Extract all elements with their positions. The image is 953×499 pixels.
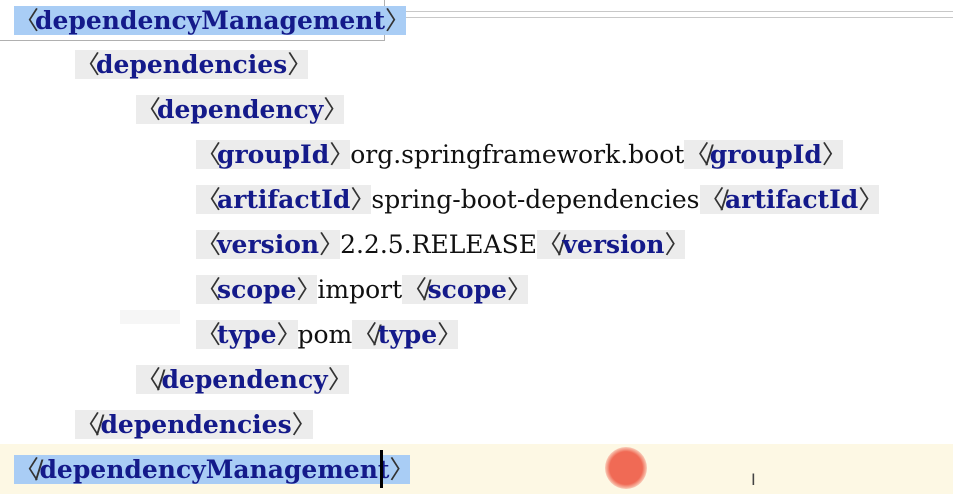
code-line[interactable]: 〈groupId〉org.springframework.boot〈/group… bbox=[196, 134, 847, 176]
tag-name: dependencies bbox=[96, 50, 288, 79]
angle-bracket: 〈/ bbox=[14, 455, 44, 484]
tag-name: scope bbox=[217, 275, 297, 304]
close-tag: 〈/artifactId〉 bbox=[699, 185, 883, 214]
code-line[interactable]: 〈/dependencyManagement〉 bbox=[14, 449, 414, 491]
angle-bracket: 〈/ bbox=[352, 320, 382, 349]
text-caret bbox=[380, 450, 383, 488]
top-divider-2 bbox=[385, 17, 953, 18]
angle-bracket: 〈/ bbox=[402, 275, 432, 304]
angle-bracket: 〈/ bbox=[699, 185, 730, 214]
element-value: org.springframework.boot bbox=[350, 140, 685, 169]
tag-name: dependency bbox=[157, 95, 324, 124]
angle-bracket: 〈 bbox=[14, 6, 39, 35]
tag-name: artifactId bbox=[724, 185, 859, 214]
angle-bracket: 〈 bbox=[196, 275, 221, 304]
close-tag: 〈/version〉 bbox=[536, 230, 689, 259]
close-tag: 〈/dependencyManagement〉 bbox=[14, 455, 414, 484]
code-line[interactable]: 〈dependencyManagement〉 bbox=[14, 0, 410, 42]
angle-bracket: 〈 bbox=[196, 185, 221, 214]
tag-name: version bbox=[217, 230, 320, 259]
open-tag: 〈dependencies〉 bbox=[75, 50, 312, 79]
close-tag: 〈/type〉 bbox=[352, 320, 462, 349]
element-value: 2.2.5.RELEASE bbox=[340, 230, 537, 259]
angle-bracket: 〉 bbox=[323, 95, 348, 124]
code-line[interactable]: 〈artifactId〉spring-boot-dependencies〈/ar… bbox=[196, 179, 883, 221]
angle-bracket: 〉 bbox=[287, 50, 312, 79]
close-tag: 〈/groupId〉 bbox=[684, 140, 847, 169]
angle-bracket: 〈/ bbox=[684, 140, 714, 169]
close-tag: 〈/scope〉 bbox=[402, 275, 532, 304]
angle-bracket: 〉 bbox=[506, 275, 532, 304]
tag-name: groupId bbox=[709, 140, 822, 169]
open-tag: 〈artifactId〉 bbox=[196, 185, 375, 214]
code-line[interactable]: 〈dependency〉 bbox=[136, 89, 348, 131]
record-indicator-icon bbox=[605, 447, 647, 489]
code-line[interactable]: 〈type〉pom〈/type〉 bbox=[196, 314, 462, 356]
open-tag: 〈scope〉 bbox=[196, 275, 321, 304]
angle-bracket: 〉 bbox=[437, 320, 462, 349]
angle-bracket: 〉 bbox=[276, 320, 301, 349]
tag-name: dependencies bbox=[100, 410, 292, 439]
angle-bracket: 〈 bbox=[196, 140, 221, 169]
angle-bracket: 〉 bbox=[327, 365, 353, 394]
code-line[interactable]: 〈version〉2.2.5.RELEASE〈/version〉 bbox=[196, 224, 689, 266]
text-cursor-icon: Ⅰ bbox=[751, 470, 756, 489]
angle-bracket: 〉 bbox=[664, 230, 689, 259]
tag-name: scope bbox=[427, 275, 507, 304]
code-line[interactable]: 〈/dependency〉 bbox=[136, 359, 353, 401]
angle-bracket: 〈 bbox=[196, 320, 221, 349]
element-value: spring-boot-dependencies bbox=[371, 185, 700, 214]
angle-bracket: 〈 bbox=[136, 95, 161, 124]
open-tag: 〈dependencyManagement〉 bbox=[14, 6, 410, 35]
angle-bracket: 〉 bbox=[329, 140, 354, 169]
faint-artifact bbox=[120, 310, 180, 324]
open-tag: 〈groupId〉 bbox=[196, 140, 354, 169]
angle-bracket: 〈 bbox=[196, 230, 221, 259]
angle-bracket: 〉 bbox=[296, 275, 321, 304]
code-line[interactable]: 〈dependencies〉 bbox=[75, 44, 312, 86]
tag-name: artifactId bbox=[217, 185, 351, 214]
open-tag: 〈dependency〉 bbox=[136, 95, 348, 124]
angle-bracket: 〈 bbox=[75, 50, 100, 79]
angle-bracket: 〉 bbox=[821, 140, 847, 169]
tag-name: type bbox=[217, 320, 277, 349]
tag-name: groupId bbox=[217, 140, 330, 169]
tag-name: dependencyManagement bbox=[39, 455, 390, 484]
close-tag: 〈/dependency〉 bbox=[136, 365, 353, 394]
angle-bracket: 〈/ bbox=[75, 410, 105, 439]
close-tag: 〈/dependencies〉 bbox=[75, 410, 317, 439]
tag-name: dependencyManagement bbox=[35, 6, 385, 35]
angle-bracket: 〉 bbox=[319, 230, 344, 259]
open-tag: 〈type〉 bbox=[196, 320, 302, 349]
top-divider bbox=[385, 11, 953, 12]
code-line[interactable]: 〈scope〉import〈/scope〉 bbox=[196, 269, 532, 311]
angle-bracket: 〉 bbox=[385, 6, 410, 35]
angle-bracket: 〉 bbox=[291, 410, 317, 439]
xml-code-editor[interactable]: 〈dependencyManagement〉 〈dependencies〉 〈dep… bbox=[0, 0, 953, 499]
element-value: pom bbox=[297, 320, 353, 349]
angle-bracket: 〈/ bbox=[136, 365, 166, 394]
tag-name: version bbox=[562, 230, 665, 259]
angle-bracket: 〉 bbox=[389, 455, 414, 484]
code-line[interactable]: 〈/dependencies〉 bbox=[75, 404, 317, 446]
angle-bracket: 〈/ bbox=[536, 230, 567, 259]
tag-name: dependency bbox=[161, 365, 328, 394]
angle-bracket: 〉 bbox=[858, 185, 883, 214]
angle-bracket: 〉 bbox=[350, 185, 375, 214]
open-tag: 〈version〉 bbox=[196, 230, 344, 259]
tag-name: type bbox=[377, 320, 438, 349]
element-value: import bbox=[317, 275, 403, 304]
